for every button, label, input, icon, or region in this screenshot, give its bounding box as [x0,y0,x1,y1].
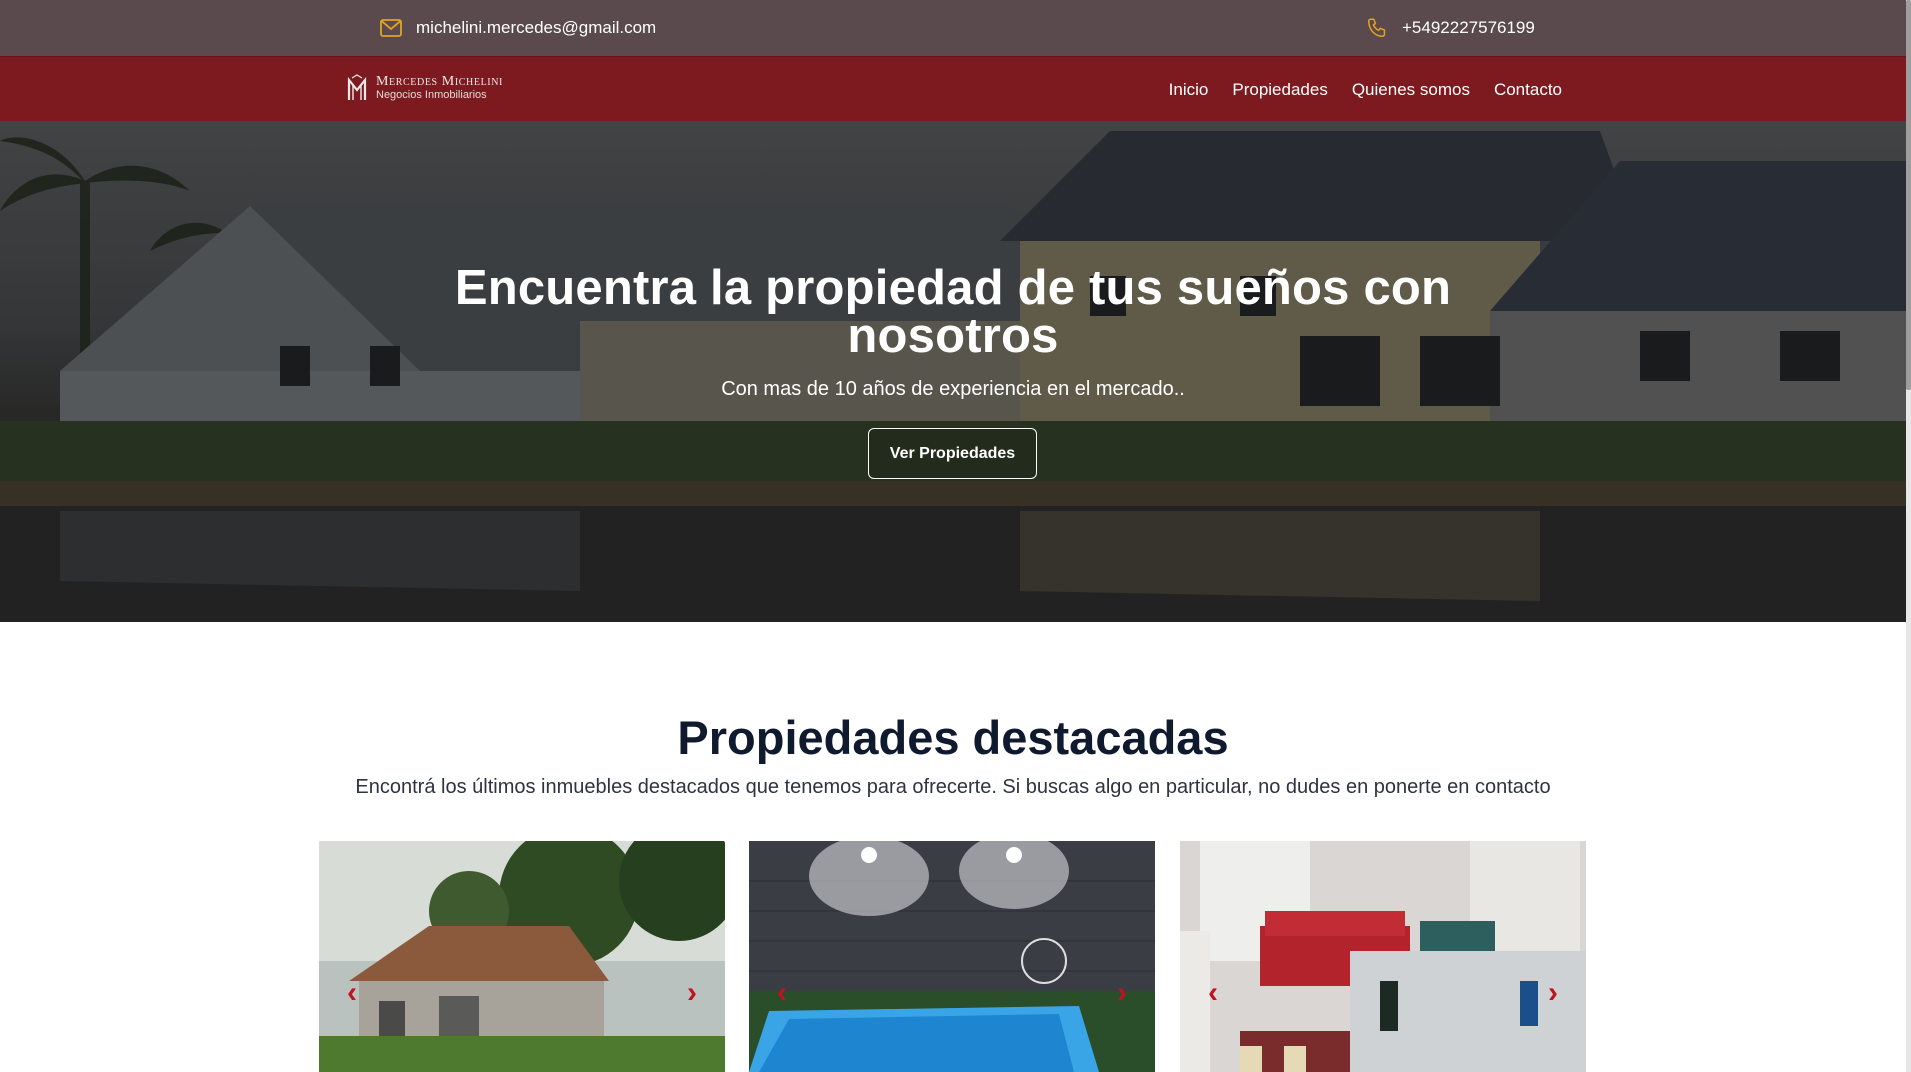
property-photo-pool [749,841,1155,1072]
hero-subtitle: Con mas de 10 años de experiencia en el … [721,378,1185,400]
nav-item-quienes-somos[interactable]: Quienes somos [1352,80,1470,100]
property-photo-house [319,841,725,1072]
carousel-prev-icon[interactable]: ‹ [1208,978,1218,1008]
logo-mark-icon [347,74,367,100]
nav-item-inicio[interactable]: Inicio [1169,80,1209,100]
brand-tagline: Negocios Inmobiliarios [376,89,487,101]
scrollbar-thumb[interactable] [1906,0,1911,390]
hero-banner: Encuentra la propiedad de tus sueños con… [0,121,1906,622]
property-card[interactable]: ‹ › [749,841,1155,1072]
view-properties-button[interactable]: Ver Propiedades [868,428,1037,479]
hero-title: Encuentra la propiedad de tus sueños con… [454,261,1452,363]
main-navbar: Mercedes Michelini Negocios Inmobiliario… [0,56,1906,121]
property-photo-living-room [1180,841,1586,1072]
hero-content: Encuentra la propiedad de tus sueños con… [0,121,1906,622]
page-scrollbar[interactable] [1906,0,1911,1072]
email-contact[interactable]: michelini.mercedes@gmail.com [380,0,656,56]
carousel-prev-icon[interactable]: ‹ [347,978,357,1008]
carousel-prev-icon[interactable]: ‹ [777,978,787,1008]
brand-name: Mercedes Michelini [376,74,503,89]
nav-item-propiedades[interactable]: Propiedades [1232,80,1327,100]
email-text[interactable]: michelini.mercedes@gmail.com [416,18,656,38]
envelope-icon [380,19,402,37]
property-card[interactable]: ‹ › [1180,841,1586,1072]
brand-logo[interactable]: Mercedes Michelini Negocios Inmobiliario… [346,74,503,102]
featured-subtitle: Encontrá los últimos inmuebles destacado… [355,776,1551,798]
carousel-next-icon[interactable]: › [1548,978,1558,1008]
featured-title: Propiedades destacadas [677,711,1229,764]
phone-icon [1366,17,1388,39]
phone-contact[interactable]: +5492227576199 [1366,0,1535,56]
carousel-next-icon[interactable]: › [1117,978,1127,1008]
main-nav: Inicio Propiedades Quienes somos Contact… [1169,57,1562,122]
property-card[interactable]: ‹ › [319,841,725,1072]
carousel-next-icon[interactable]: › [687,978,697,1008]
top-contact-bar: michelini.mercedes@gmail.com +5492227576… [0,0,1906,56]
nav-item-contacto[interactable]: Contacto [1494,80,1562,100]
phone-text[interactable]: +5492227576199 [1402,18,1535,38]
